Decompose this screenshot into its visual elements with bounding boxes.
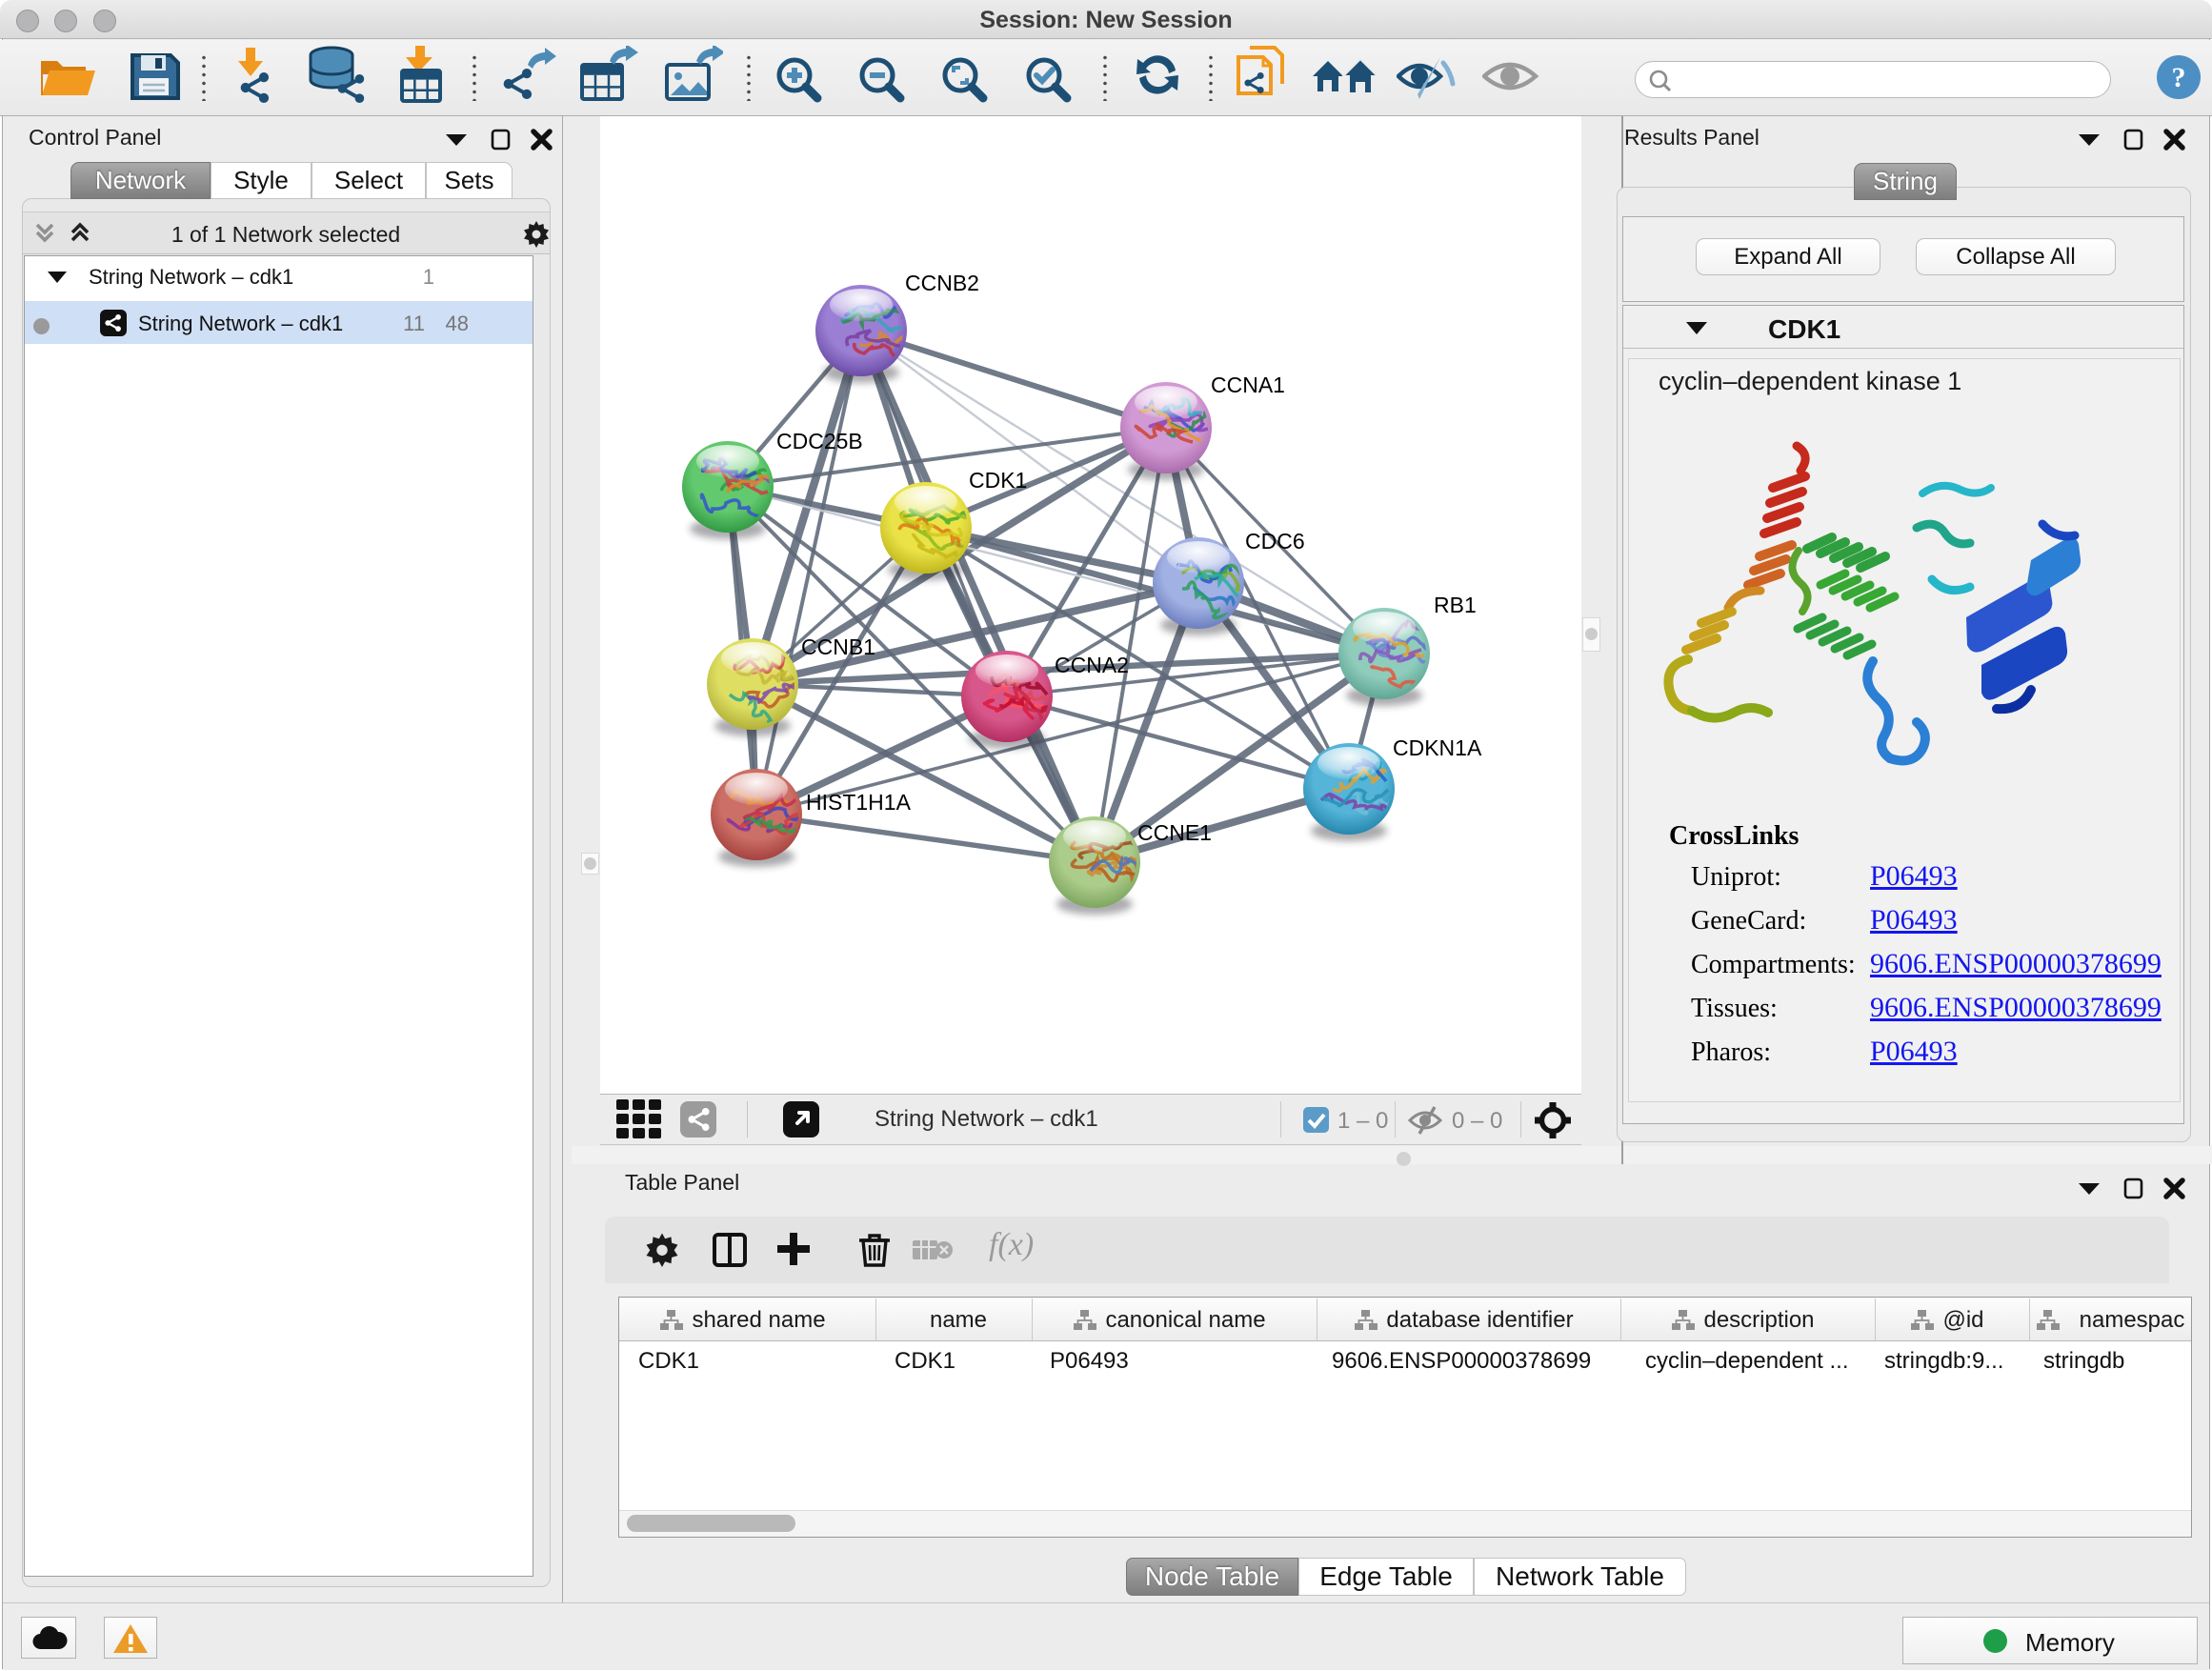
- svg-text:RB1: RB1: [1434, 593, 1477, 617]
- svg-text:CDKN1A: CDKN1A: [1393, 735, 1482, 760]
- svg-text:?: ?: [2172, 62, 2186, 93]
- svg-text:CCNA1: CCNA1: [1211, 372, 1285, 397]
- svg-text:CCNA2: CCNA2: [1055, 653, 1129, 677]
- svg-text:CDC6: CDC6: [1245, 529, 1305, 554]
- svg-text:CCNB2: CCNB2: [905, 271, 979, 295]
- svg-text:CCNB1: CCNB1: [801, 634, 875, 659]
- svg-text:HIST1H1A: HIST1H1A: [806, 790, 912, 815]
- svg-text:CDC25B: CDC25B: [776, 429, 863, 453]
- svg-text:CCNE1: CCNE1: [1137, 820, 1212, 845]
- svg-text:CDK1: CDK1: [969, 468, 1027, 493]
